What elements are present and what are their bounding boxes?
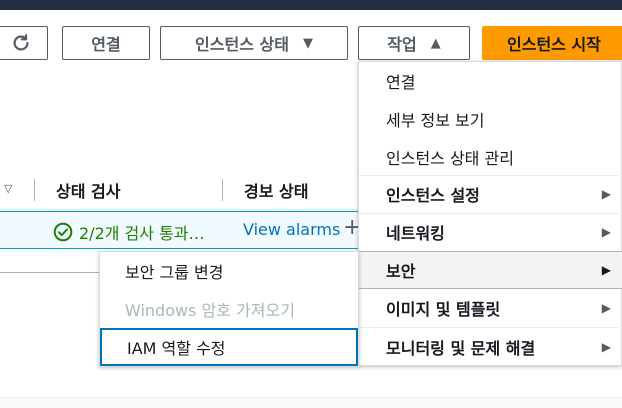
menu-item-networking[interactable]: 네트워킹 ▶ <box>359 213 622 251</box>
launch-instance-button[interactable]: 인스턴스 시작 <box>482 26 622 60</box>
menu-item-instance-settings[interactable]: 인스턴스 설정 ▶ <box>359 175 622 213</box>
connect-button-label: 연결 <box>91 35 121 54</box>
column-header-status-check[interactable]: 상태 검사 <box>56 178 120 202</box>
chevron-right-icon: ▶ <box>601 187 611 201</box>
column-divider[interactable] <box>34 179 35 201</box>
console-top-bar <box>0 0 622 10</box>
column-header-alarm-status[interactable]: 경보 상태 <box>244 178 308 202</box>
table-divider <box>0 272 100 273</box>
view-alarms-link[interactable]: View alarms <box>243 220 340 239</box>
status-check-cell: 2/2개 검사 통과… <box>53 220 205 244</box>
actions-menu: 연결 세부 정보 보기 인스턴스 상태 관리 인스턴스 설정 ▶ 네트워킹 ▶ … <box>358 61 622 366</box>
status-check-text: 2/2개 검사 통과… <box>79 224 205 243</box>
check-circle-icon <box>53 222 73 242</box>
chevron-right-icon: ▶ <box>601 340 611 354</box>
menu-item-security[interactable]: 보안 ▶ <box>359 251 622 289</box>
chevron-right-icon: ▶ <box>601 263 611 277</box>
column-divider[interactable] <box>222 179 223 201</box>
menu-item-label: 세부 정보 보기 <box>386 111 485 130</box>
refresh-icon <box>13 34 29 51</box>
menu-item-label: 인스턴스 상태 관리 <box>386 149 514 168</box>
menu-item-view-details[interactable]: 세부 정보 보기 <box>359 100 622 138</box>
page-footer-area <box>0 397 622 408</box>
caret-down-icon: ▼ <box>302 35 313 51</box>
connect-button[interactable]: 연결 <box>62 26 150 60</box>
submenu-item-get-windows-password[interactable]: Windows 암호 가져오기 <box>100 290 358 328</box>
security-submenu: 보안 그룹 변경 Windows 암호 가져오기 IAM 역할 수정 <box>99 251 359 367</box>
menu-item-manage-instance-state[interactable]: 인스턴스 상태 관리 <box>359 138 622 176</box>
submenu-item-label: 보안 그룹 변경 <box>125 263 224 282</box>
refresh-button[interactable] <box>0 26 48 60</box>
chevron-right-icon: ▶ <box>601 301 611 315</box>
instance-state-dropdown[interactable]: 인스턴스 상태 ▼ <box>160 26 348 60</box>
menu-item-label: 이미지 및 템플릿 <box>386 300 501 319</box>
submenu-item-modify-iam-role[interactable]: IAM 역할 수정 <box>100 328 358 366</box>
instance-state-label: 인스턴스 상태 <box>195 35 289 54</box>
menu-item-connect[interactable]: 연결 <box>359 62 622 100</box>
actions-dropdown[interactable]: 작업 ▲ <box>358 26 470 60</box>
menu-item-label: 인스턴스 설정 <box>386 186 480 205</box>
submenu-item-change-security-groups[interactable]: 보안 그룹 변경 <box>100 252 358 290</box>
submenu-item-label: IAM 역할 수정 <box>127 339 226 358</box>
sort-caret-icon[interactable]: ▽ <box>4 182 12 195</box>
menu-item-label: 연결 <box>386 73 416 92</box>
menu-item-images-templates[interactable]: 이미지 및 템플릿 ▶ <box>359 289 622 327</box>
menu-item-label: 보안 <box>386 262 416 281</box>
submenu-item-label: Windows 암호 가져오기 <box>125 301 295 320</box>
menu-item-label: 네트워킹 <box>386 224 445 243</box>
menu-item-monitor-troubleshoot[interactable]: 모니터링 및 문제 해결 ▶ <box>359 328 622 366</box>
caret-up-icon: ▲ <box>430 35 441 51</box>
chevron-right-icon: ▶ <box>601 225 611 239</box>
actions-label: 작업 <box>387 35 417 54</box>
menu-item-label: 모니터링 및 문제 해결 <box>386 339 536 358</box>
launch-instance-label: 인스턴스 시작 <box>507 35 601 54</box>
